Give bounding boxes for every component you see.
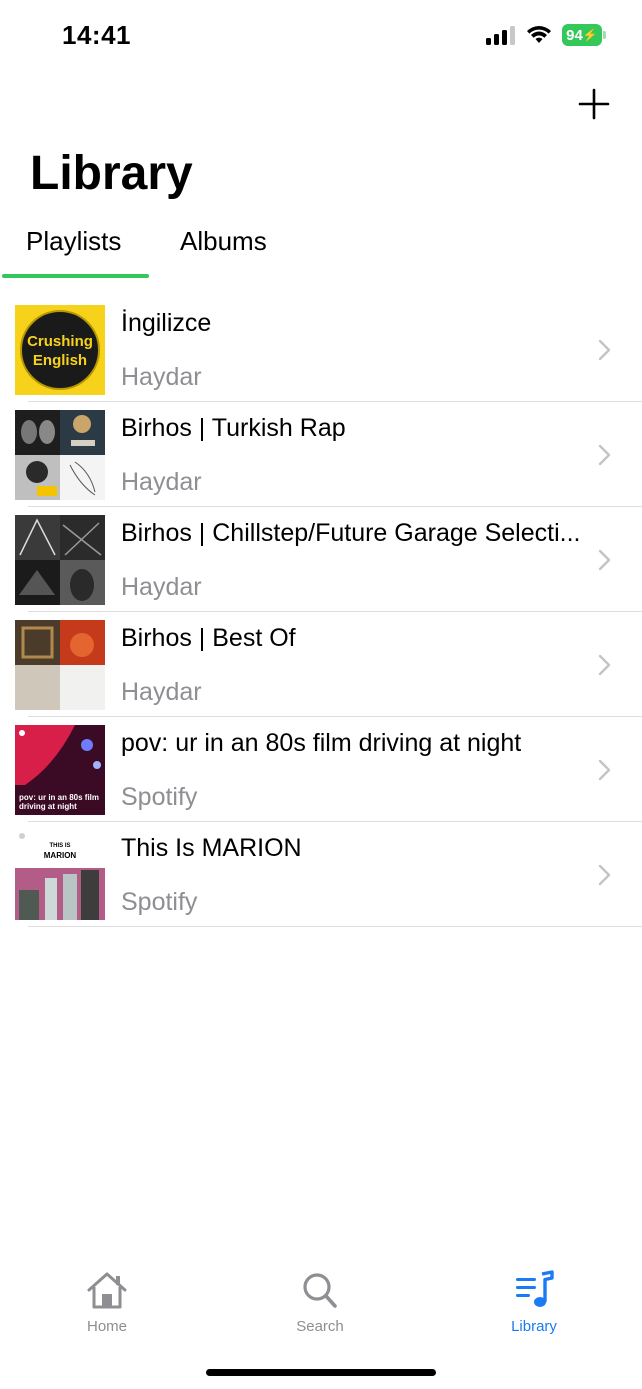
tabbar-label: Library <box>511 1318 557 1335</box>
playlist-cover: Crushing English <box>15 305 105 395</box>
tabbar-search[interactable]: Search <box>265 1270 375 1335</box>
status-icons: 94 ⚡ <box>486 24 606 46</box>
chevron-right-icon <box>598 444 611 466</box>
chevron-right-icon <box>598 339 611 361</box>
playlist-owner: Haydar <box>121 468 202 496</box>
chevron-right-icon <box>598 759 611 781</box>
tabbar-label: Home <box>86 1318 127 1335</box>
cover-text: THIS IS <box>49 843 70 849</box>
home-icon <box>87 1272 127 1309</box>
playlist-title: Birhos | Chillstep/Future Garage Selecti… <box>121 519 581 547</box>
status-time: 14:41 <box>62 20 131 50</box>
cover-text: MARION <box>44 851 77 860</box>
playlist-list: Crushing English İngilizce Haydar Birhos… <box>0 297 642 927</box>
playlist-row[interactable]: THIS IS MARION This Is MARION Spotify <box>0 822 642 927</box>
tab-albums[interactable]: Albums <box>180 226 267 257</box>
playlist-owner: Spotify <box>121 888 198 916</box>
library-tabs: Playlists Albums <box>0 226 642 282</box>
wifi-icon <box>527 26 551 43</box>
home-indicator <box>206 1369 436 1376</box>
cover-text: pov: ur in an 80s film <box>19 793 99 802</box>
music-library-icon <box>516 1270 554 1307</box>
status-bar: 14:41 94 ⚡ <box>0 0 642 72</box>
playlist-row[interactable]: pov: ur in an 80s film driving at night … <box>0 717 642 822</box>
search-icon <box>303 1273 337 1308</box>
playlist-title: Birhos | Turkish Rap <box>121 414 346 442</box>
playlist-cover <box>15 515 105 605</box>
cover-text: Crushing <box>27 333 93 350</box>
tabbar-label: Search <box>296 1318 344 1335</box>
playlist-owner: Haydar <box>121 363 202 391</box>
cover-text: English <box>33 352 87 369</box>
playlist-owner: Haydar <box>121 678 202 706</box>
cover-text: driving at night <box>19 802 77 811</box>
chevron-right-icon <box>598 654 611 676</box>
playlist-row[interactable]: Crushing English İngilizce Haydar <box>0 297 642 402</box>
battery-level: 94 <box>566 26 583 44</box>
page-title: Library <box>30 147 193 200</box>
playlist-cover <box>15 410 105 500</box>
playlist-row[interactable]: Birhos | Chillstep/Future Garage Selecti… <box>0 507 642 612</box>
playlist-cover: THIS IS MARION <box>15 830 105 920</box>
playlist-owner: Spotify <box>121 783 198 811</box>
playlist-owner: Haydar <box>121 573 202 601</box>
tabbar-home[interactable]: Home <box>52 1270 162 1335</box>
cellular-signal-icon <box>486 26 515 45</box>
tab-playlists[interactable]: Playlists <box>26 226 121 257</box>
playlist-row[interactable]: Birhos | Best Of Haydar <box>0 612 642 717</box>
selected-tab-indicator <box>2 274 149 278</box>
playlist-title: Birhos | Best Of <box>121 624 296 652</box>
battery-charging-icon: 94 ⚡ <box>562 24 606 46</box>
playlist-title: This Is MARION <box>121 834 302 862</box>
playlist-cover <box>15 620 105 710</box>
bottom-tab-bar: Home Search Library <box>0 1262 642 1342</box>
playlist-title: İngilizce <box>121 309 212 337</box>
tabbar-library[interactable]: Library <box>479 1270 589 1335</box>
playlist-cover: pov: ur in an 80s film driving at night <box>15 725 105 815</box>
plus-icon[interactable] <box>576 86 612 122</box>
playlist-row[interactable]: Birhos | Turkish Rap Haydar <box>0 402 642 507</box>
playlist-title: pov: ur in an 80s film driving at night <box>121 729 522 757</box>
chevron-right-icon <box>598 864 611 886</box>
chevron-right-icon <box>598 549 611 571</box>
